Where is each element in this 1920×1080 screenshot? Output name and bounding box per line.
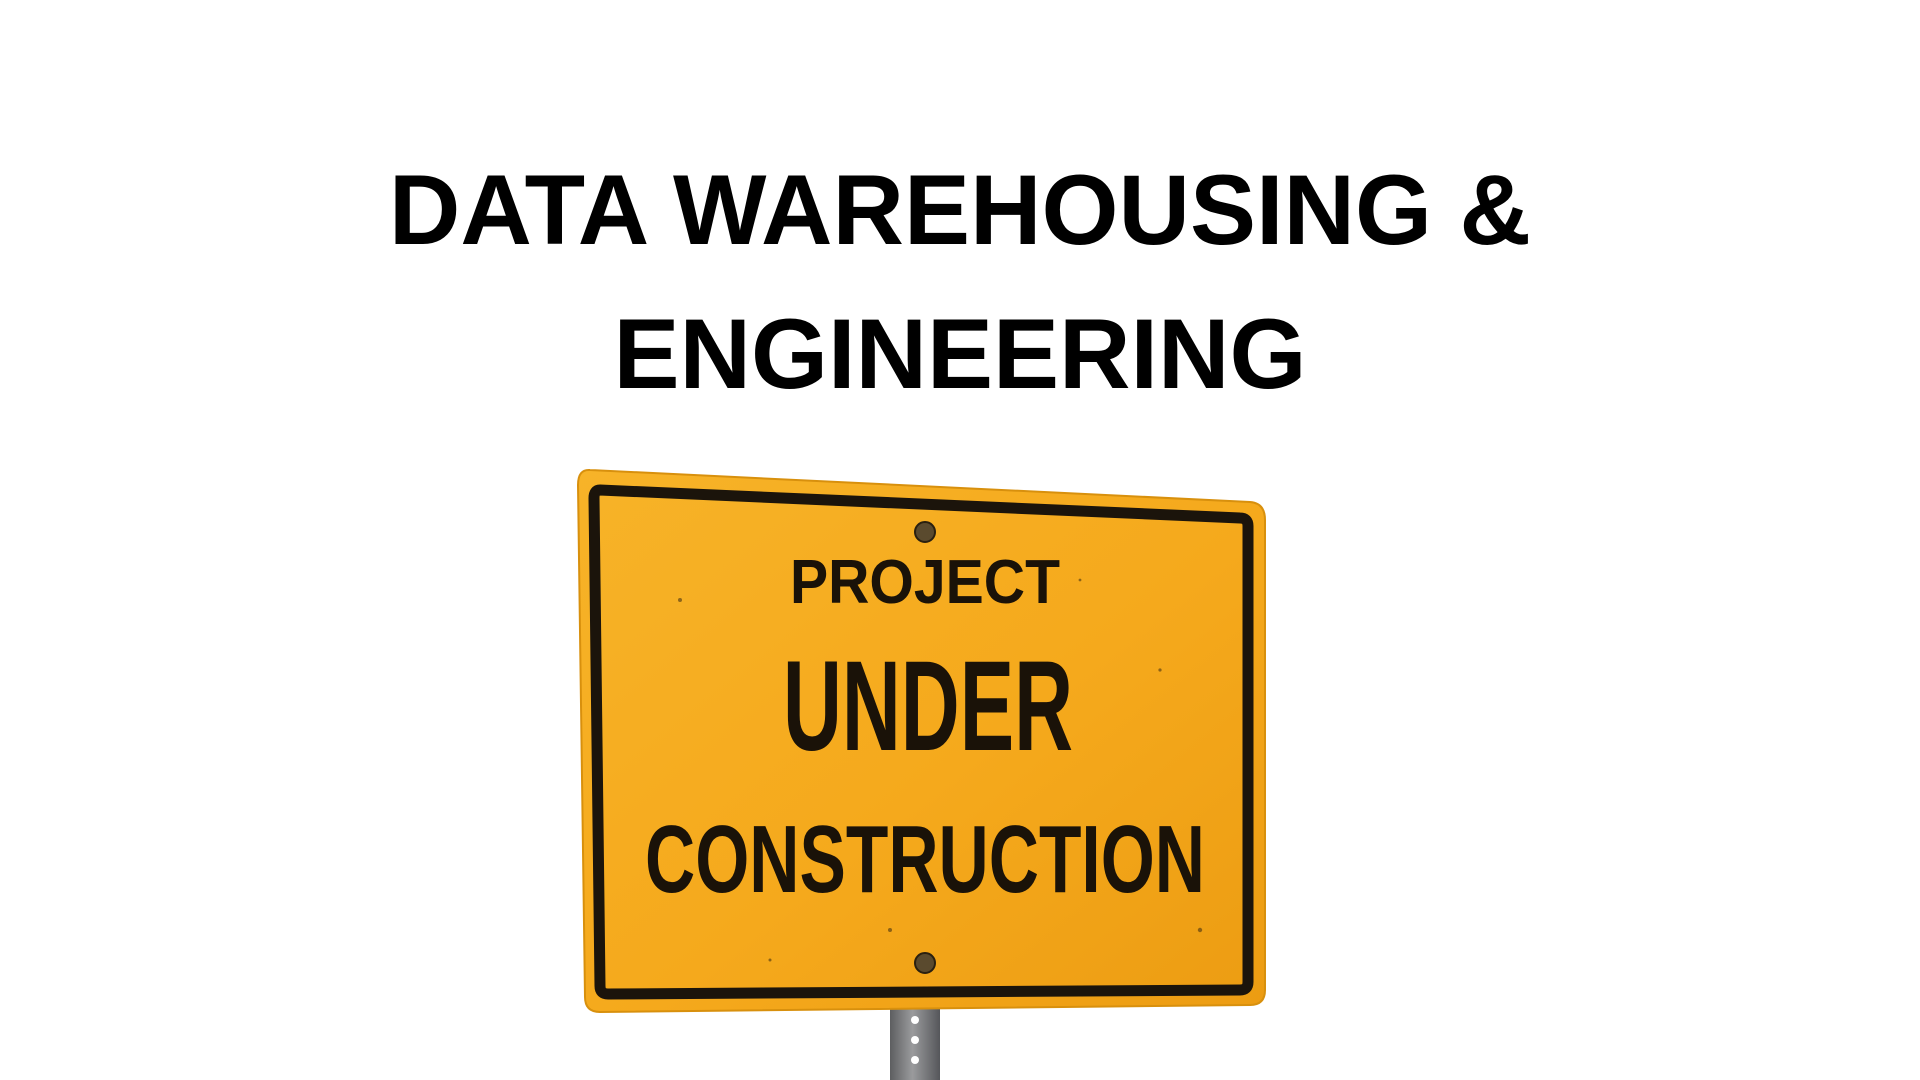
under-construction-sign-image: PROJECT UNDER CONSTRUCTION (560, 460, 1280, 1080)
slide-title-line-2: ENGINEERING (613, 298, 1307, 409)
sign-line-3: CONSTRUCTION (645, 806, 1205, 913)
slide-title: DATA WAREHOUSING & ENGINEERING (0, 138, 1920, 426)
sign-graphic: PROJECT UNDER CONSTRUCTION (576, 468, 1266, 1080)
slide: DATA WAREHOUSING & ENGINEERING PROJECT U… (0, 0, 1920, 1080)
sign-line-2: UNDER (783, 635, 1073, 778)
bottom-bolt (914, 952, 936, 974)
slide-title-line-1: DATA WAREHOUSING & (388, 154, 1532, 265)
sign-line-1: PROJECT (790, 548, 1060, 617)
top-bolt (914, 521, 936, 543)
